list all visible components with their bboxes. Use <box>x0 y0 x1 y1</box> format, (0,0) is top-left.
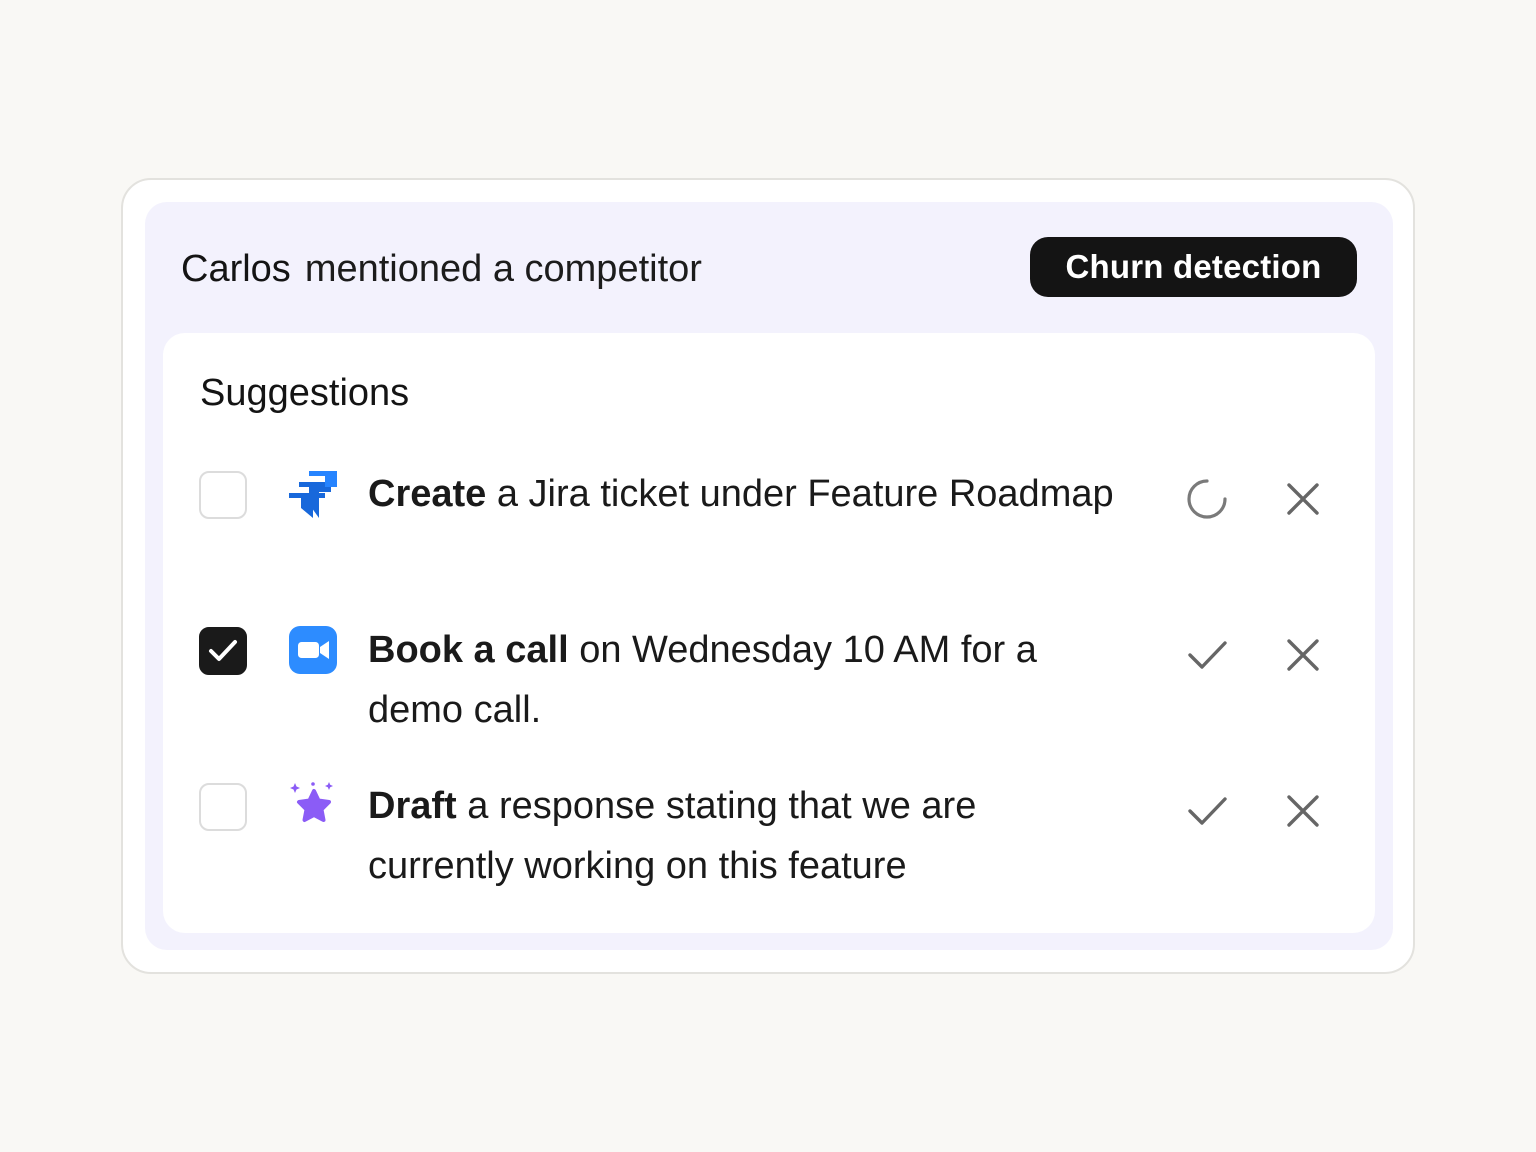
sparkle-star-icon <box>290 782 333 822</box>
suggestion-checkbox[interactable] <box>199 783 247 831</box>
suggestion-verb: Book a call <box>368 629 569 671</box>
suggestion-verb: Draft <box>368 785 457 827</box>
alert-headline: Carlos mentioned a competitor <box>181 244 702 294</box>
suggestions-title: Suggestions <box>200 372 410 414</box>
zoom-video-icon <box>289 626 337 674</box>
check-icon[interactable] <box>1185 633 1229 677</box>
actor-name[interactable]: Carlos <box>181 248 291 290</box>
suggestion-verb: Create <box>368 473 487 515</box>
check-icon <box>209 640 237 661</box>
suggestion-text: Book a call on Wednesday 10 AM for a dem… <box>368 620 1128 740</box>
close-icon[interactable] <box>1281 477 1325 521</box>
alert-message: mentioned a competitor <box>304 248 702 290</box>
suggestion-row: Draft a response stating that we are cur… <box>163 780 1375 920</box>
suggestion-checkbox[interactable] <box>199 471 247 519</box>
loading-spinner-icon[interactable] <box>1185 477 1229 521</box>
suggestion-row: Create a Jira ticket under Feature Roadm… <box>163 468 1375 608</box>
close-icon[interactable] <box>1281 789 1325 833</box>
suggestion-checkbox-checked[interactable] <box>199 627 247 675</box>
suggestion-row: Book a call on Wednesday 10 AM for a dem… <box>163 624 1375 764</box>
suggestion-text: Create a Jira ticket under Feature Roadm… <box>368 464 1128 524</box>
suggestion-detail: a Jira ticket under Feature Roadmap <box>496 473 1114 515</box>
card-header-area: Carlos mentioned a competitor Churn detec… <box>145 202 1393 950</box>
close-icon[interactable] <box>1281 633 1325 677</box>
check-icon[interactable] <box>1185 789 1229 833</box>
suggestion-text: Draft a response stating that we are cur… <box>368 776 1128 896</box>
suggestions-panel: Suggestions Create a Jira ticket under F… <box>163 333 1375 933</box>
category-badge: Churn detection <box>1030 237 1357 297</box>
notification-card: Carlos mentioned a competitor Churn detec… <box>121 178 1415 974</box>
jira-icon <box>289 471 337 518</box>
suggestion-detail: a response stating that we are currently… <box>368 785 977 887</box>
